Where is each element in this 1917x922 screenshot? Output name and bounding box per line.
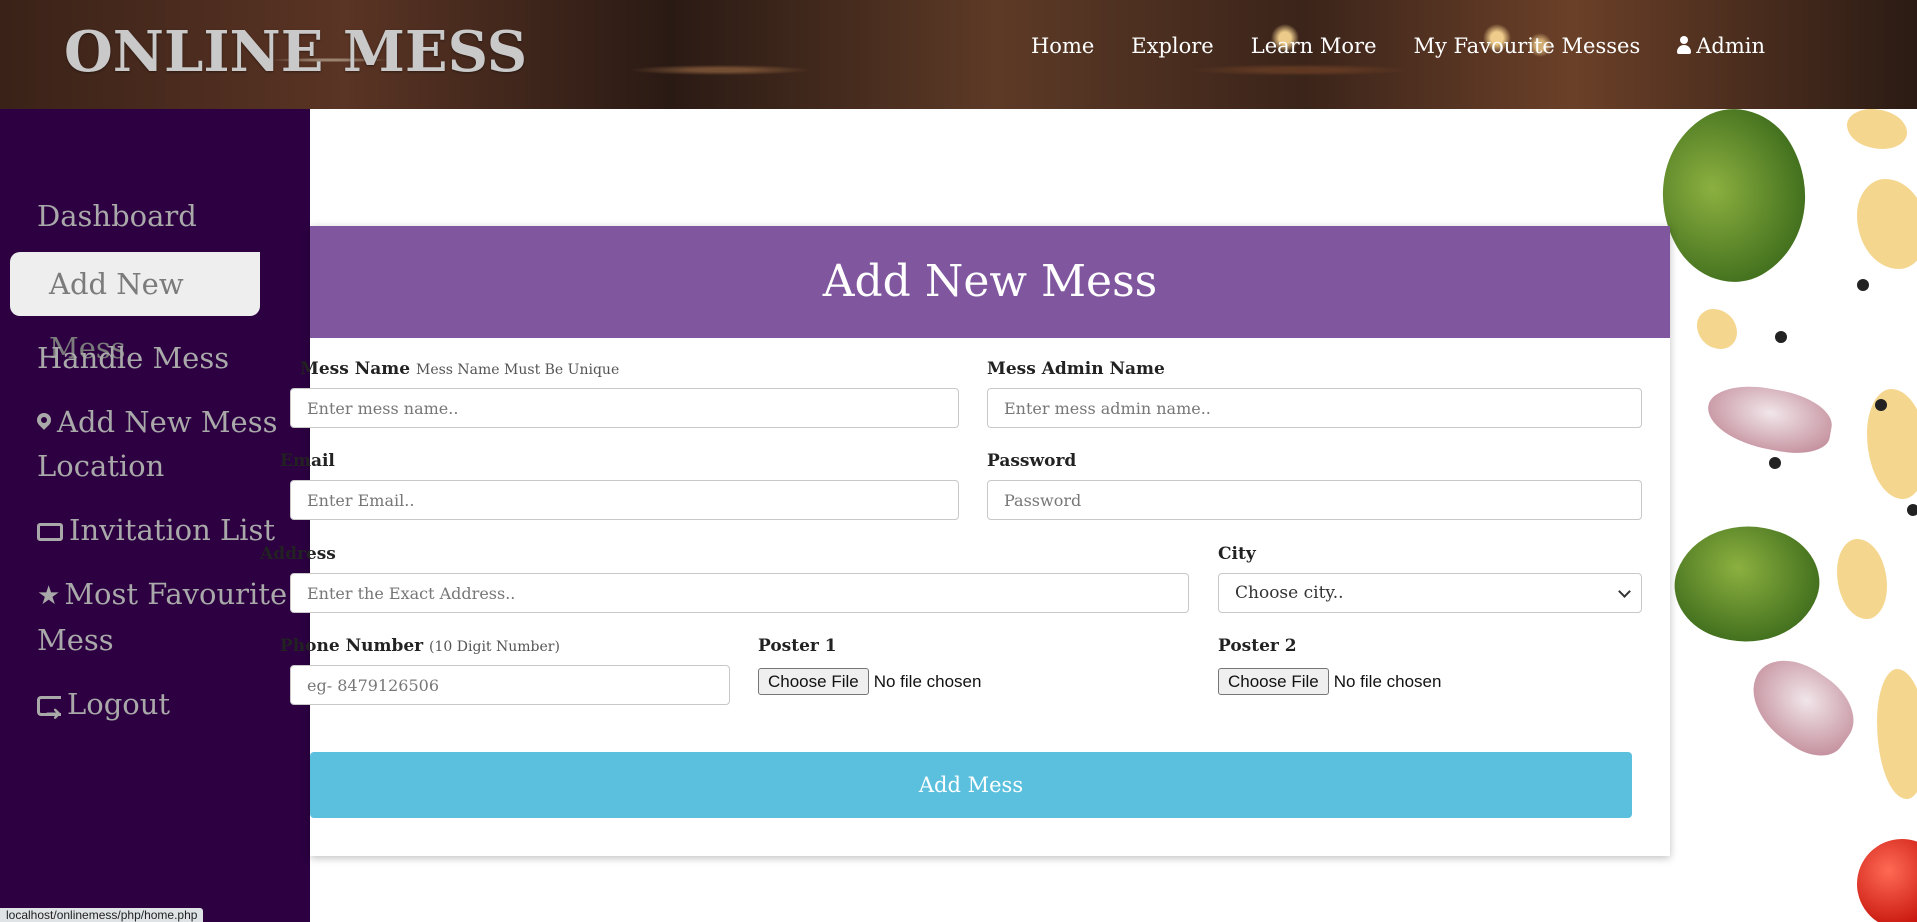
food-background xyxy=(1657,109,1917,922)
peppercorn xyxy=(1775,331,1787,343)
address-label: Address xyxy=(260,544,336,564)
nav-learn-more[interactable]: Learn More xyxy=(1251,28,1377,64)
peppercorn xyxy=(1769,457,1781,469)
poster2-label: Poster 2 xyxy=(1218,636,1297,656)
admin-name-input[interactable] xyxy=(987,388,1642,428)
sidebar-item-most-favourite[interactable]: ★ Most Favourite Mess xyxy=(0,572,310,662)
basil-leaf xyxy=(1660,503,1834,665)
city-selected-value: Choose city.. xyxy=(1235,583,1344,603)
mess-name-label: Mess Name Mess Name Must Be Unique xyxy=(300,359,620,379)
poster2-file-status: No file chosen xyxy=(1333,671,1442,691)
poster1-file-status: No file chosen xyxy=(873,671,982,691)
sidebar-item-label: Handle Mess xyxy=(37,341,230,375)
nav-admin-label: Admin xyxy=(1696,34,1765,58)
pasta-piece xyxy=(1837,539,1887,619)
add-mess-form: Add New Mess Mess Name Mess Name Must Be… xyxy=(260,226,1670,856)
top-nav: Home Explore Learn More My Favourite Mes… xyxy=(1031,28,1765,64)
sidebar-item-logout[interactable]: Logout xyxy=(0,682,310,735)
pasta-piece xyxy=(1697,309,1737,349)
mess-name-hint: Mess Name Must Be Unique xyxy=(415,362,620,378)
pasta-piece xyxy=(1847,109,1907,149)
map-pin-icon xyxy=(37,413,51,435)
garlic-clove xyxy=(1735,644,1869,769)
user-icon xyxy=(1677,36,1692,54)
sidebar-item-handle-mess[interactable]: Handle Mess xyxy=(0,336,310,380)
nav-explore[interactable]: Explore xyxy=(1131,28,1213,64)
mess-name-input[interactable] xyxy=(290,388,959,428)
poster2-choose-file-button[interactable]: Choose File xyxy=(1218,668,1329,695)
pasta-piece xyxy=(1877,669,1917,799)
email-label: Email xyxy=(280,451,335,471)
phone-label: Phone Number (10 Digit Number) xyxy=(280,636,560,656)
inbox-icon xyxy=(37,523,63,541)
nav-favourite-messes[interactable]: My Favourite Messes xyxy=(1414,28,1641,64)
peppercorn xyxy=(1907,504,1917,516)
nav-home[interactable]: Home xyxy=(1031,28,1094,64)
top-header: ONLINE MESS Home Explore Learn More My F… xyxy=(0,0,1917,109)
peppercorn xyxy=(1857,279,1869,291)
basil-leaf xyxy=(1657,109,1841,305)
email-input[interactable] xyxy=(290,480,959,520)
nav-admin[interactable]: Admin xyxy=(1677,28,1765,64)
star-icon: ★ xyxy=(37,581,61,611)
sidebar-item-label: Dashboard xyxy=(37,199,197,233)
address-input[interactable] xyxy=(290,573,1189,613)
poster1-choose-file-button[interactable]: Choose File xyxy=(758,668,869,695)
status-bar-url: localhost/onlinemess/php/home.php xyxy=(0,908,204,922)
poster2-file-input: Choose File No file chosen xyxy=(1218,668,1441,695)
sidebar: Dashboard Add New Mess Handle Mess Add N… xyxy=(0,109,310,922)
password-input[interactable] xyxy=(987,480,1642,520)
logout-icon xyxy=(37,691,62,735)
garlic-clove xyxy=(1702,378,1837,460)
brand-logo[interactable]: ONLINE MESS xyxy=(64,14,527,90)
password-label: Password xyxy=(987,451,1077,471)
sidebar-menu: Dashboard Add New Mess Handle Mess Add N… xyxy=(0,194,310,746)
poster1-file-input: Choose File No file chosen xyxy=(758,668,981,695)
add-mess-button[interactable]: Add Mess xyxy=(310,752,1632,818)
tomato xyxy=(1857,839,1917,922)
sidebar-item-dashboard[interactable]: Dashboard xyxy=(0,194,310,238)
poster1-label: Poster 1 xyxy=(758,636,837,656)
pasta-piece xyxy=(1857,179,1917,269)
phone-hint: (10 Digit Number) xyxy=(429,639,560,655)
sidebar-item-add-location[interactable]: Add New Mess Location xyxy=(0,400,310,488)
admin-name-label: Mess Admin Name xyxy=(987,359,1165,379)
chevron-down-icon xyxy=(1618,585,1631,598)
sidebar-item-label: Logout xyxy=(67,687,171,721)
form-title: Add New Mess xyxy=(310,226,1670,338)
peppercorn xyxy=(1875,399,1887,411)
sidebar-item-label: Add New Mess Location xyxy=(37,405,278,483)
phone-input[interactable] xyxy=(290,665,730,705)
city-select[interactable]: Choose city.. xyxy=(1218,573,1642,613)
sidebar-item-label: Most Favourite Mess xyxy=(37,577,288,657)
sidebar-item-add-new-mess[interactable]: Add New Mess xyxy=(10,252,260,365)
city-label: City xyxy=(1218,544,1256,564)
sidebar-item-label: Invitation List xyxy=(69,513,276,547)
